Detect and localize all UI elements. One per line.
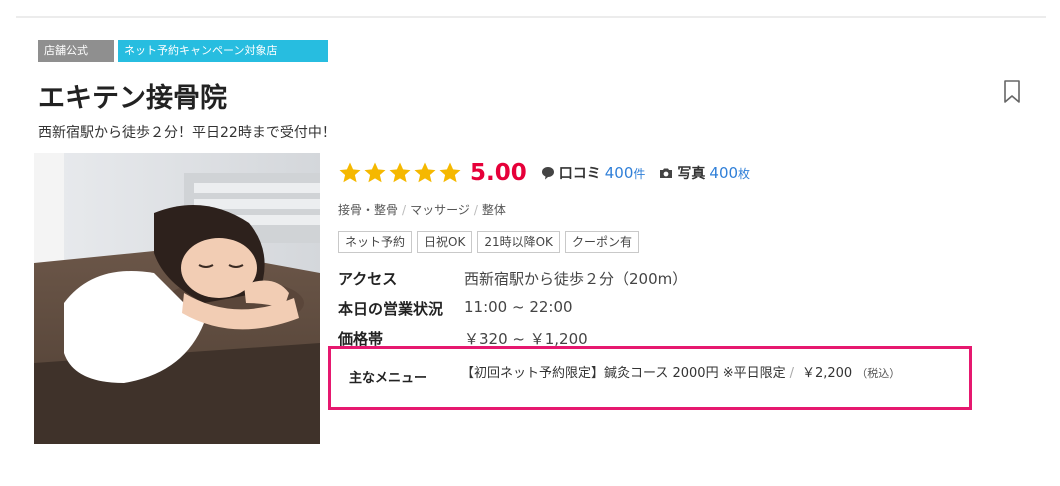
- menu-item-price: ￥2,200: [801, 366, 853, 381]
- main-menu-item[interactable]: 【初回ネット予約限定】鍼灸コース 2000円 ※平日限定 / ￥2,200 （税込）: [461, 364, 961, 384]
- feature-tag: ネット予約: [338, 231, 413, 253]
- photos-label: 写真: [677, 166, 706, 182]
- genre-list: 接骨・整骨 / マッサージ / 整体: [338, 201, 506, 218]
- genre-item[interactable]: 整体: [482, 203, 506, 217]
- rating-row: 5.00 口コミ 400 件 写真 400 枚: [338, 156, 764, 190]
- bookmark-icon: [1004, 80, 1020, 103]
- hours-value: 11:00 ~ 22:00: [464, 298, 573, 316]
- menu-item-name[interactable]: 【初回ネット予約限定】鍼灸コース 2000円 ※平日限定: [461, 366, 786, 381]
- star-icon: [364, 162, 386, 183]
- star-rating: [338, 161, 462, 185]
- camera-icon: [660, 168, 673, 178]
- feature-tag: クーポン有: [564, 231, 639, 253]
- menu-separator: /: [789, 366, 794, 381]
- genre-separator: /: [473, 203, 478, 217]
- shop-photo[interactable]: [34, 153, 320, 444]
- genre-item[interactable]: マッサージ: [410, 203, 470, 217]
- access-label: アクセス: [338, 270, 398, 288]
- rating-score: 5.00: [470, 160, 527, 186]
- reviews-count[interactable]: 400: [605, 164, 634, 182]
- feature-tags: ネット予約 日祝OK 21時以降OK クーポン有: [338, 231, 639, 253]
- genre-separator: /: [402, 203, 407, 217]
- star-icon: [339, 162, 361, 183]
- reviews-unit[interactable]: 件: [633, 165, 645, 182]
- speech-bubble-icon: [541, 167, 554, 180]
- hours-label: 本日の営業状況: [338, 300, 444, 318]
- main-menu-label: 主なメニュー: [349, 371, 428, 386]
- star-icon: [439, 162, 461, 183]
- bookmark-button[interactable]: [1003, 80, 1021, 108]
- star-icon: [414, 162, 436, 183]
- access-value: 西新宿駅から徒歩２分（200m）: [464, 270, 688, 288]
- campaign-badge: ネット予約キャンペーン対象店: [118, 40, 328, 62]
- feature-tag: 日祝OK: [417, 231, 473, 253]
- top-divider: [16, 16, 1046, 18]
- hours-row: 本日の営業状況 11:00 ~ 22:00: [338, 298, 573, 319]
- reviews-label: 口コミ: [558, 166, 601, 182]
- star-icon: [389, 162, 411, 183]
- official-badge: 店舗公式: [38, 40, 114, 62]
- photos-count[interactable]: 400: [709, 164, 738, 182]
- shop-name[interactable]: エキテン接骨院: [38, 76, 227, 115]
- catch-copy: 西新宿駅から徒歩２分！平日22時まで受付中！: [38, 125, 336, 141]
- feature-tag: 21時以降OK: [477, 231, 560, 253]
- access-row: アクセス 西新宿駅から徒歩２分（200m）: [338, 268, 687, 289]
- menu-tax-note: （税込）: [856, 367, 901, 380]
- genre-item[interactable]: 接骨・整骨: [338, 203, 398, 217]
- photos-unit[interactable]: 枚: [738, 165, 750, 182]
- main-menu-highlight: 主なメニュー 【初回ネット予約限定】鍼灸コース 2000円 ※平日限定 / ￥2,2…: [328, 346, 972, 410]
